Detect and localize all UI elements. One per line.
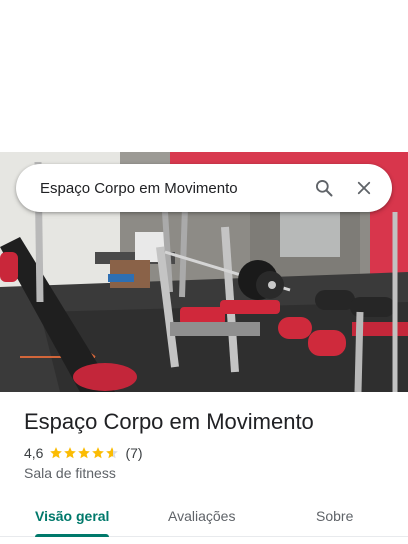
star-rating [49,446,119,460]
tab-reviews[interactable]: Avaliações [168,496,235,536]
star-icon [78,447,91,459]
active-tab-indicator [35,534,110,537]
star-icon [92,447,105,459]
rating-value: 4,6 [24,445,44,461]
star-icon [50,447,63,459]
place-name: Espaço Corpo em Movimento [24,409,314,434]
review-count[interactable]: (7) [125,445,142,461]
close-icon[interactable] [344,168,384,208]
tab-overview[interactable]: Visão geral [35,496,110,537]
tab-about-label: Sobre [316,508,354,524]
search-bar[interactable]: Espaço Corpo em Movimento [16,164,392,212]
place-tabs: Visão geral Avaliações Sobre [0,496,408,537]
star-icon [106,447,119,459]
rating-summary[interactable]: 4,6 (7) [24,444,143,462]
tab-overview-label: Visão geral [35,508,110,524]
search-query[interactable]: Espaço Corpo em Movimento [40,180,304,197]
place-category[interactable]: Sala de fitness [24,465,116,481]
star-icon [64,447,77,459]
search-icon[interactable] [304,168,344,208]
tab-reviews-label: Avaliações [168,508,236,524]
tab-about[interactable]: Sobre [316,496,353,536]
